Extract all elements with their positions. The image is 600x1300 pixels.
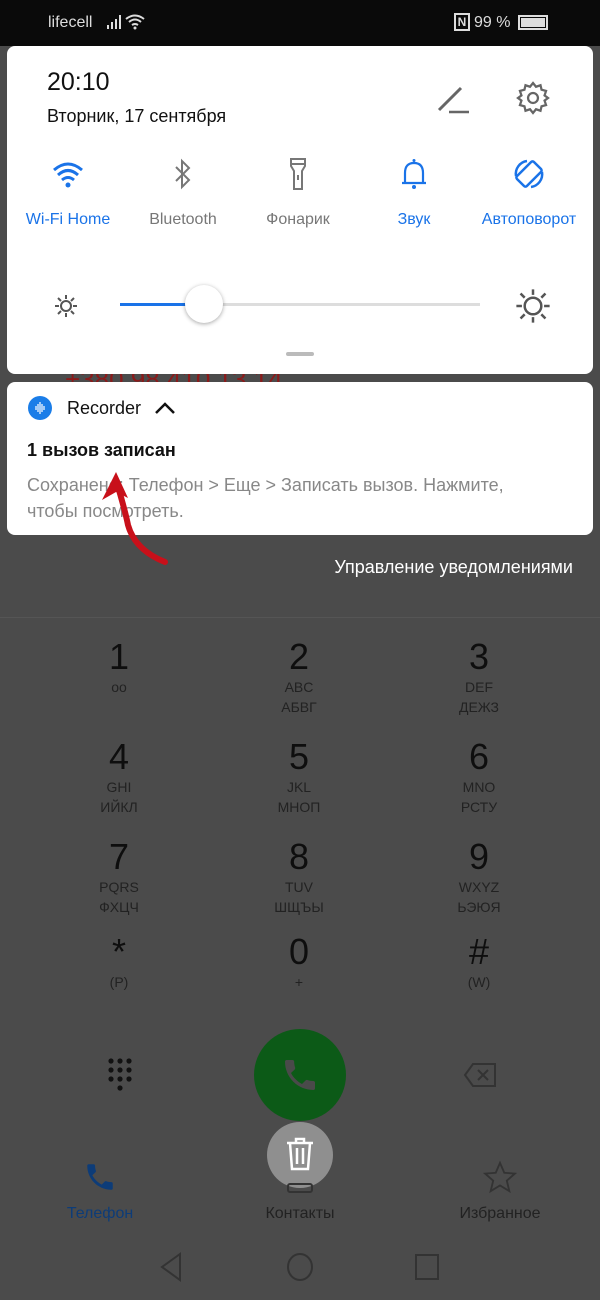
battery-percent: 99 % <box>474 14 511 31</box>
key-digit: 9 <box>468 836 490 877</box>
key-digit: 2 <box>288 636 310 677</box>
key-letters: (P) <box>109 974 129 990</box>
tile-sound[interactable]: Звук <box>356 156 472 229</box>
clock: 20:10 <box>47 68 110 96</box>
key-letters: WXYZ <box>458 879 500 895</box>
auto-rotate-icon <box>514 159 544 189</box>
key-letters-cyrillic: МНОП <box>277 799 321 815</box>
key-digit: 6 <box>468 736 490 777</box>
annotation-arrow-icon <box>102 472 168 565</box>
phone-icon <box>285 1060 315 1090</box>
edit-icon[interactable] <box>435 82 471 116</box>
carrier-label: lifecell <box>48 14 93 31</box>
manage-notifications-link[interactable]: Управление уведомлениями <box>334 557 573 578</box>
drag-handle[interactable] <box>286 352 314 356</box>
tile-label: Автоповорот <box>481 211 577 228</box>
key-letters-cyrillic: ШЩЪЫ <box>274 899 324 915</box>
bluetooth-icon <box>175 158 191 190</box>
contacts-icon <box>287 1183 313 1193</box>
home-icon[interactable] <box>286 1252 314 1282</box>
tile-label: Фонарик <box>266 211 330 228</box>
key-letters: TUV <box>285 879 313 895</box>
brightness-high-icon <box>516 289 550 323</box>
bell-icon <box>402 159 426 189</box>
signal-wifi-icon <box>107 14 145 30</box>
key-letters: ABC <box>284 679 314 695</box>
key-letters: + <box>294 974 304 990</box>
tile-flashlight[interactable]: Фонарик <box>240 156 356 229</box>
key-letters-cyrillic: АБВГ <box>281 699 317 715</box>
chevron-up-icon[interactable] <box>154 400 176 416</box>
wifi-icon <box>53 162 83 188</box>
tile-wifi[interactable]: Wi-Fi Home <box>10 156 126 229</box>
key-letters-cyrillic: ДЕЖЗ <box>458 699 500 715</box>
key-9[interactable]: 9 WXYZ ЬЭЮЯ <box>419 837 539 917</box>
key-11[interactable]: 0 + <box>239 932 359 992</box>
divider <box>0 617 600 618</box>
recorder-app-icon <box>28 396 52 420</box>
notification-title: 1 вызов записан <box>27 440 176 460</box>
key-letters-cyrillic: ФХЦЧ <box>99 899 139 915</box>
key-3[interactable]: 3 DEF ДЕЖЗ <box>419 637 539 717</box>
key-letters-cyrillic: ЬЭЮЯ <box>457 899 501 915</box>
key-letters: GHI <box>106 779 132 795</box>
key-digit: 0 <box>288 931 310 972</box>
tile-label: Bluetooth <box>149 211 217 228</box>
tile-label: Wi-Fi Home <box>25 211 111 228</box>
tab-label: Контакты <box>265 1205 335 1222</box>
key-1[interactable]: 1 ᴏᴏ <box>59 637 179 697</box>
key-digit: # <box>468 931 490 972</box>
brightness-low-icon <box>55 295 77 317</box>
key-10[interactable]: * (P) <box>59 932 179 992</box>
key-2[interactable]: 2 ABC АБВГ <box>239 637 359 717</box>
key-letters-cyrillic: РСТУ <box>460 799 498 815</box>
brightness-slider[interactable] <box>120 285 480 323</box>
phone-tab-icon <box>87 1164 113 1190</box>
key-digit: 8 <box>288 836 310 877</box>
key-digit: 5 <box>288 736 310 777</box>
tab-phone[interactable]: Телефон <box>30 1160 170 1223</box>
brightness-thumb[interactable] <box>185 285 223 323</box>
backspace-icon[interactable] <box>463 1062 497 1088</box>
key-12[interactable]: # (W) <box>419 932 539 992</box>
key-digit: 4 <box>108 736 130 777</box>
key-digit: 1 <box>108 636 130 677</box>
key-letters: ᴏᴏ <box>111 679 127 695</box>
key-letters: DEF <box>465 679 493 695</box>
tile-label: Звук <box>397 211 431 228</box>
tab-label: Телефон <box>66 1205 134 1222</box>
date: Вторник, 17 сентября <box>47 106 227 126</box>
key-digit: 3 <box>468 636 490 677</box>
star-icon <box>482 1160 518 1194</box>
nfc-icon: N <box>454 13 470 31</box>
key-digit: * <box>111 931 126 972</box>
battery-icon <box>518 15 548 30</box>
tab-label: Избранное <box>459 1205 541 1222</box>
tile-auto-rotate[interactable]: Автоповорот <box>471 156 587 229</box>
key-digit: 7 <box>108 836 130 877</box>
status-bar: lifecell N 99 % <box>0 0 600 46</box>
call-button[interactable] <box>254 1029 346 1121</box>
quick-settings-panel: 20:10 Вторник, 17 сентября Wi-Fi Home Bl… <box>7 46 593 374</box>
tab-favorites[interactable]: Избранное <box>430 1160 570 1223</box>
key-8[interactable]: 8 TUV ШЩЪЫ <box>239 837 359 917</box>
key-letters: MNO <box>462 779 496 795</box>
tab-contacts[interactable]: Контакты <box>230 1160 370 1223</box>
key-letters: JKL <box>286 779 312 795</box>
settings-gear-icon[interactable] <box>515 80 551 116</box>
tile-bluetooth[interactable]: Bluetooth <box>125 156 241 229</box>
recents-icon[interactable] <box>414 1253 440 1281</box>
dialpad-toggle-icon[interactable] <box>107 1057 135 1093</box>
flashlight-icon <box>290 158 306 190</box>
key-letters: (W) <box>467 974 491 990</box>
key-5[interactable]: 5 JKL МНОП <box>239 737 359 817</box>
notification-app-name: Recorder <box>67 398 142 418</box>
key-4[interactable]: 4 GHI ИЙКЛ <box>59 737 179 817</box>
key-6[interactable]: 6 MNO РСТУ <box>419 737 539 817</box>
key-letters-cyrillic: ИЙКЛ <box>100 799 138 815</box>
key-7[interactable]: 7 PQRS ФХЦЧ <box>59 837 179 917</box>
back-icon[interactable] <box>158 1252 184 1282</box>
key-letters: PQRS <box>99 879 139 895</box>
